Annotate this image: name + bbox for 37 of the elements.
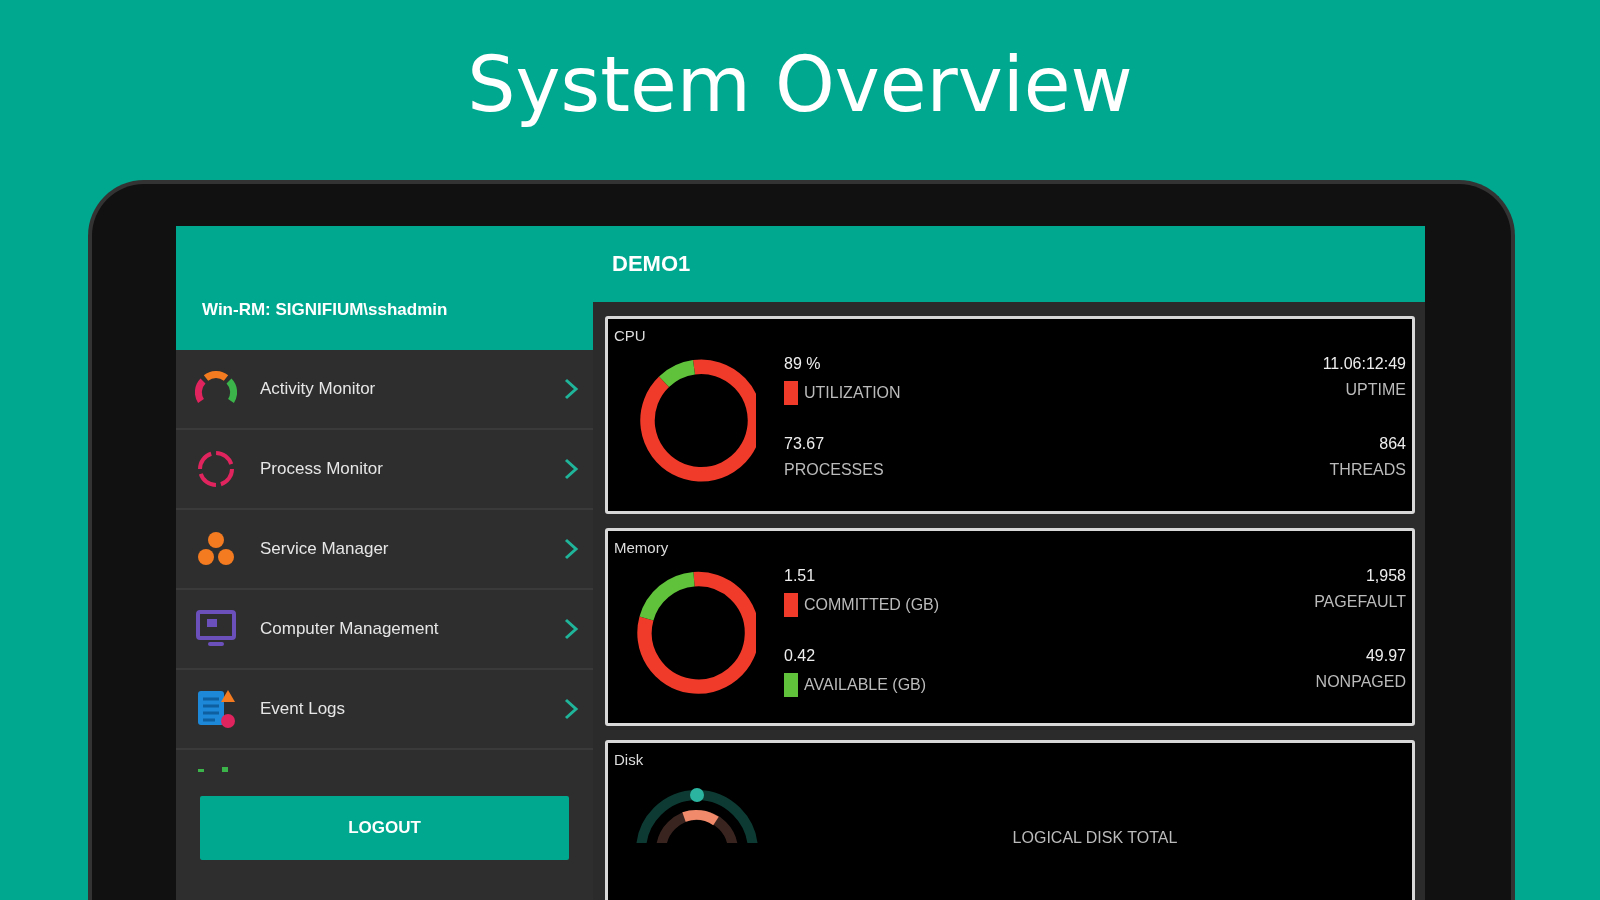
account-label: Win-RM: SIGNIFIUM\sshadmin bbox=[202, 300, 448, 320]
page-title: System Overview bbox=[467, 39, 1133, 129]
menu-item[interactable]: Process Monitor bbox=[176, 430, 593, 510]
stat-value: 11.06:12:49 bbox=[1322, 355, 1406, 373]
server-title: DEMO1 bbox=[612, 251, 691, 277]
stat-label: COMMITTED (GB) bbox=[804, 596, 940, 614]
menu-item[interactable]: Computer Management bbox=[176, 590, 593, 670]
stat-value: 1,958 bbox=[1365, 567, 1406, 585]
card-title: Memory bbox=[614, 539, 669, 556]
card-title: Disk bbox=[614, 751, 644, 768]
chevron-right-icon bbox=[563, 618, 579, 640]
menu-item[interactable]: Event Logs bbox=[176, 670, 593, 750]
chevron-right-icon bbox=[563, 458, 579, 480]
stat-label: PAGEFAULT bbox=[1314, 593, 1406, 611]
card-title: CPU bbox=[614, 327, 646, 344]
cycle-icon bbox=[196, 449, 236, 489]
stat-value: 49.97 bbox=[1365, 647, 1406, 665]
menu-item[interactable]: Service Manager bbox=[176, 510, 593, 590]
logs-icon bbox=[195, 688, 237, 730]
stat-label: AVAILABLE (GB) bbox=[804, 676, 927, 694]
stat-label: THREADS bbox=[1329, 461, 1406, 479]
chevron-right-icon bbox=[563, 378, 579, 400]
stat-value: 0.42 bbox=[784, 647, 817, 665]
stat-value: 864 bbox=[1379, 435, 1406, 453]
stat-value: 1.51 bbox=[784, 567, 817, 585]
chevron-right-icon bbox=[563, 698, 579, 720]
menu-item[interactable]: Activity Monitor bbox=[176, 350, 593, 430]
disk-caption: LOGICAL DISK TOTAL bbox=[1011, 828, 1179, 847]
stat-label: NONPAGED bbox=[1315, 673, 1406, 691]
stat-label: PROCESSES bbox=[784, 461, 884, 479]
stat-value: 73.67 bbox=[784, 435, 826, 453]
monitor-icon bbox=[195, 609, 237, 649]
stat-value: 89 % bbox=[784, 355, 822, 373]
stat-label: UTILIZATION bbox=[804, 384, 901, 402]
stat-label: UPTIME bbox=[1345, 381, 1406, 399]
chevron-right-icon bbox=[563, 538, 579, 560]
cluster-icon bbox=[195, 530, 237, 568]
